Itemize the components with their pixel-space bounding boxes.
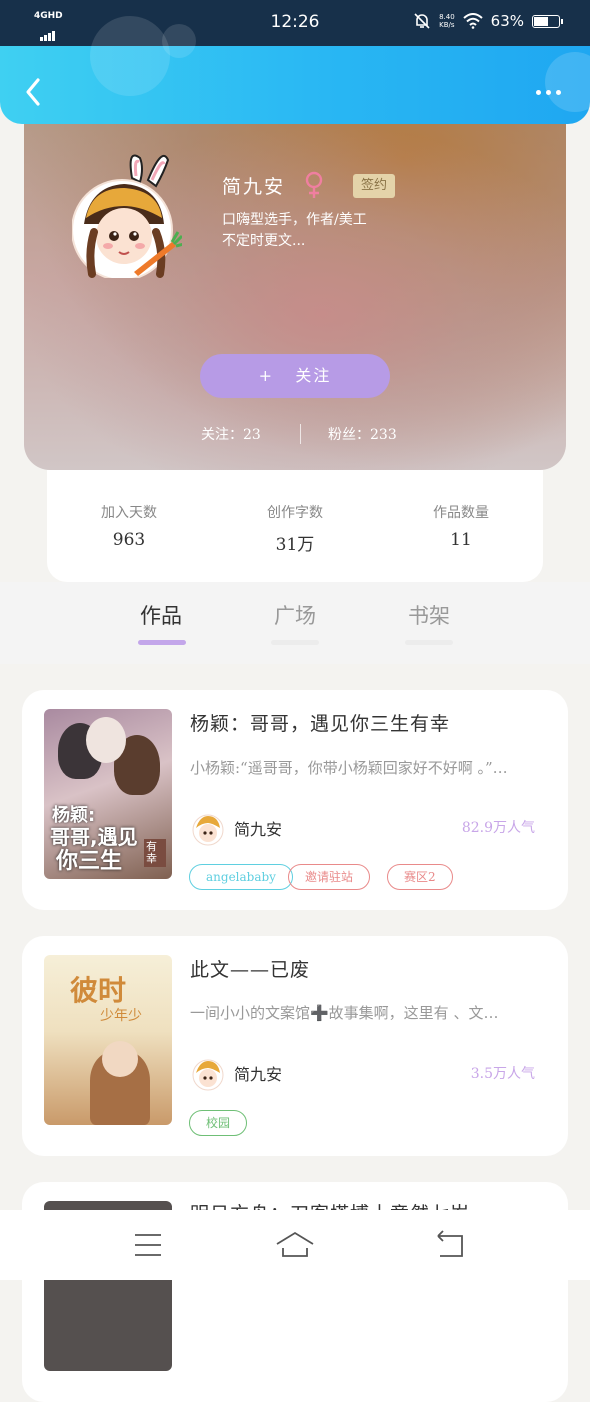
- cover-title: 你三生: [56, 849, 123, 874]
- wifi-icon: [462, 13, 483, 29]
- work-popularity: 3.5万人气: [470, 1066, 535, 1082]
- tab-bookshelf[interactable]: 书架: [384, 600, 474, 630]
- home-icon: [276, 1231, 314, 1257]
- author-avatar: [192, 1055, 224, 1091]
- work-tag[interactable]: 邀请驻站: [288, 864, 371, 890]
- work-desc: 小杨颖:“遥哥哥，你带小杨颖回家好不好啊 。”…: [190, 759, 508, 777]
- cover-title: 有幸: [144, 839, 166, 867]
- profile-bio: 口嗨型选手，作者/美工 不定时更文...: [222, 212, 367, 249]
- header-decoration: [90, 16, 170, 96]
- back-arrow-icon: [437, 1230, 463, 1257]
- stat-work-count: 作品数量 11: [391, 502, 531, 550]
- stat-value: 31万: [275, 535, 315, 555]
- work-author: 简九安: [234, 1065, 283, 1084]
- stat-label: 创作字数: [267, 505, 323, 521]
- following-count[interactable]: 关注：23: [201, 424, 261, 444]
- tab-bookshelf-indicator: [405, 640, 453, 645]
- cover-figure: [102, 1041, 138, 1077]
- avatar[interactable]: [71, 148, 185, 281]
- avatar-illustration: [71, 154, 185, 281]
- female-icon: [304, 171, 324, 199]
- work-cover[interactable]: 杨颖: 哥哥,遇见 你三生 有幸: [44, 709, 172, 879]
- cover-title: 彼时: [70, 974, 127, 1007]
- followers-count[interactable]: 粉丝：233: [328, 424, 397, 444]
- work-popularity: 82.9万人气: [461, 820, 535, 836]
- battery-text: 63%: [490, 12, 524, 30]
- more-button[interactable]: [528, 80, 568, 104]
- work-tag[interactable]: 校园: [189, 1110, 248, 1136]
- menu-icon: [135, 1234, 161, 1256]
- follow-button[interactable]: + 关注: [200, 354, 390, 398]
- chevron-left-icon: [26, 78, 40, 106]
- stat-label: 作品数量: [433, 505, 489, 521]
- more-dots-icon: [535, 89, 541, 95]
- work-author: 简九安: [234, 820, 283, 839]
- speed-indicator: 8.40 KB/s: [439, 13, 455, 29]
- author-avatar: [192, 810, 224, 846]
- work-tag[interactable]: angelababy: [189, 864, 293, 890]
- battery-icon: [532, 14, 563, 28]
- home-button[interactable]: [275, 1228, 315, 1262]
- stat-label: 加入天数: [101, 505, 157, 521]
- work-tag[interactable]: 赛区2: [387, 864, 453, 890]
- status-bar: 4GHD 12:26 8.40 KB/s 63%: [0, 0, 590, 46]
- work-title[interactable]: 杨颖：哥哥，遇见你三生有幸: [190, 709, 450, 736]
- cover-figure: [86, 717, 126, 763]
- cover-title: 少年少: [100, 1008, 142, 1024]
- work-title[interactable]: 此文——已废: [190, 955, 310, 982]
- menu-button[interactable]: [128, 1228, 168, 1262]
- stat-value: 11: [450, 530, 472, 550]
- stat-join-days: 加入天数 963: [59, 502, 199, 550]
- work-cover[interactable]: 彼时 少年少: [44, 955, 172, 1125]
- top-header: [0, 16, 590, 124]
- status-right: 8.40 KB/s 63%: [413, 12, 563, 30]
- stat-value: 963: [112, 530, 146, 550]
- back-button[interactable]: [20, 74, 48, 110]
- signed-badge: 签约: [353, 174, 396, 198]
- stat-word-count: 创作字数 31万: [225, 502, 365, 555]
- tab-square-indicator: [271, 640, 319, 645]
- header-decoration-small: [162, 24, 196, 58]
- tab-works[interactable]: 作品: [116, 600, 206, 630]
- mute-bell-icon: [414, 13, 430, 29]
- stat-divider: [300, 424, 301, 444]
- tab-square[interactable]: 广场: [250, 600, 340, 630]
- profile-name: 简九安: [222, 176, 286, 198]
- back-nav-button[interactable]: [430, 1228, 470, 1262]
- tab-works-indicator: [138, 640, 186, 645]
- work-desc: 一间小小的文案馆➕故事集啊，这里有 、文…: [190, 1004, 499, 1022]
